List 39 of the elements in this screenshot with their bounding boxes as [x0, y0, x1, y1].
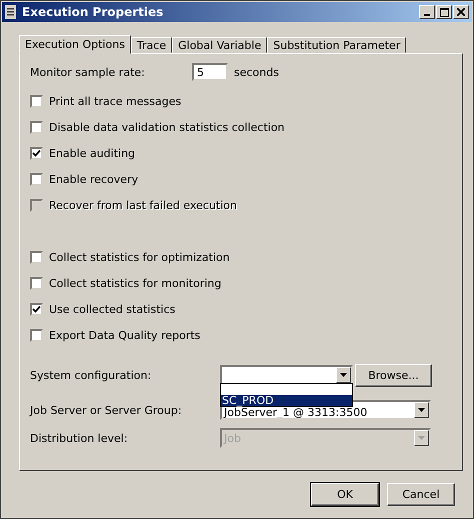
checkbox-label: Recover from last failed execution	[49, 198, 237, 212]
tab[interactable]: Execution Options	[19, 35, 131, 54]
field-label: System configuration:	[30, 368, 152, 382]
checkbox-label: Disable data validation statistics collection	[49, 120, 285, 134]
sample-rate-field[interactable]: 5	[192, 63, 228, 81]
field-label: Job Server or Server Group:	[30, 404, 183, 416]
window-title: Execution Properties	[22, 5, 164, 19]
checkbox[interactable]	[30, 172, 43, 186]
checkbox-label: Use collected statistics	[49, 302, 176, 316]
browse-button[interactable]: Browse...	[355, 364, 432, 386]
tab[interactable]: Substitution Parameter	[267, 37, 406, 53]
checkbox-label: Enable recovery	[49, 172, 138, 186]
maximize-button[interactable]	[436, 5, 452, 19]
checkbox-label: Enable auditing	[49, 146, 136, 160]
dropdown-option[interactable]: SC_PROD	[221, 395, 352, 406]
checkbox[interactable]	[30, 120, 43, 134]
field-label: Distribution level:	[30, 432, 129, 444]
checkbox-label: Print all trace messages	[49, 94, 182, 108]
close-button[interactable]	[453, 5, 469, 19]
minimize-button[interactable]	[419, 5, 435, 19]
checkbox-label: Collect statistics for monitoring	[49, 276, 222, 290]
tab[interactable]: Global Variable	[172, 37, 268, 53]
checkbox[interactable]	[30, 94, 43, 108]
checkbox[interactable]	[30, 250, 43, 264]
close-icon	[457, 8, 465, 16]
checkbox[interactable]	[30, 276, 43, 290]
dialog-button[interactable]: Cancel	[387, 483, 455, 506]
checkbox-label: Collect statistics for optimization	[49, 250, 230, 264]
checkbox[interactable]	[30, 328, 43, 342]
tab[interactable]: Trace	[130, 37, 172, 53]
checkbox[interactable]	[30, 302, 43, 316]
checkbox-label: Export Data Quality reports	[49, 328, 200, 342]
checkbox[interactable]	[30, 146, 43, 160]
field-label: Monitor sample rate:	[30, 66, 146, 78]
window-menu-icon[interactable]	[5, 5, 16, 19]
maximize-icon	[440, 8, 448, 16]
system-configuration-dropdown[interactable]	[220, 365, 353, 385]
dialog-button[interactable]: OK	[311, 483, 379, 506]
unit-label: seconds	[234, 66, 279, 78]
